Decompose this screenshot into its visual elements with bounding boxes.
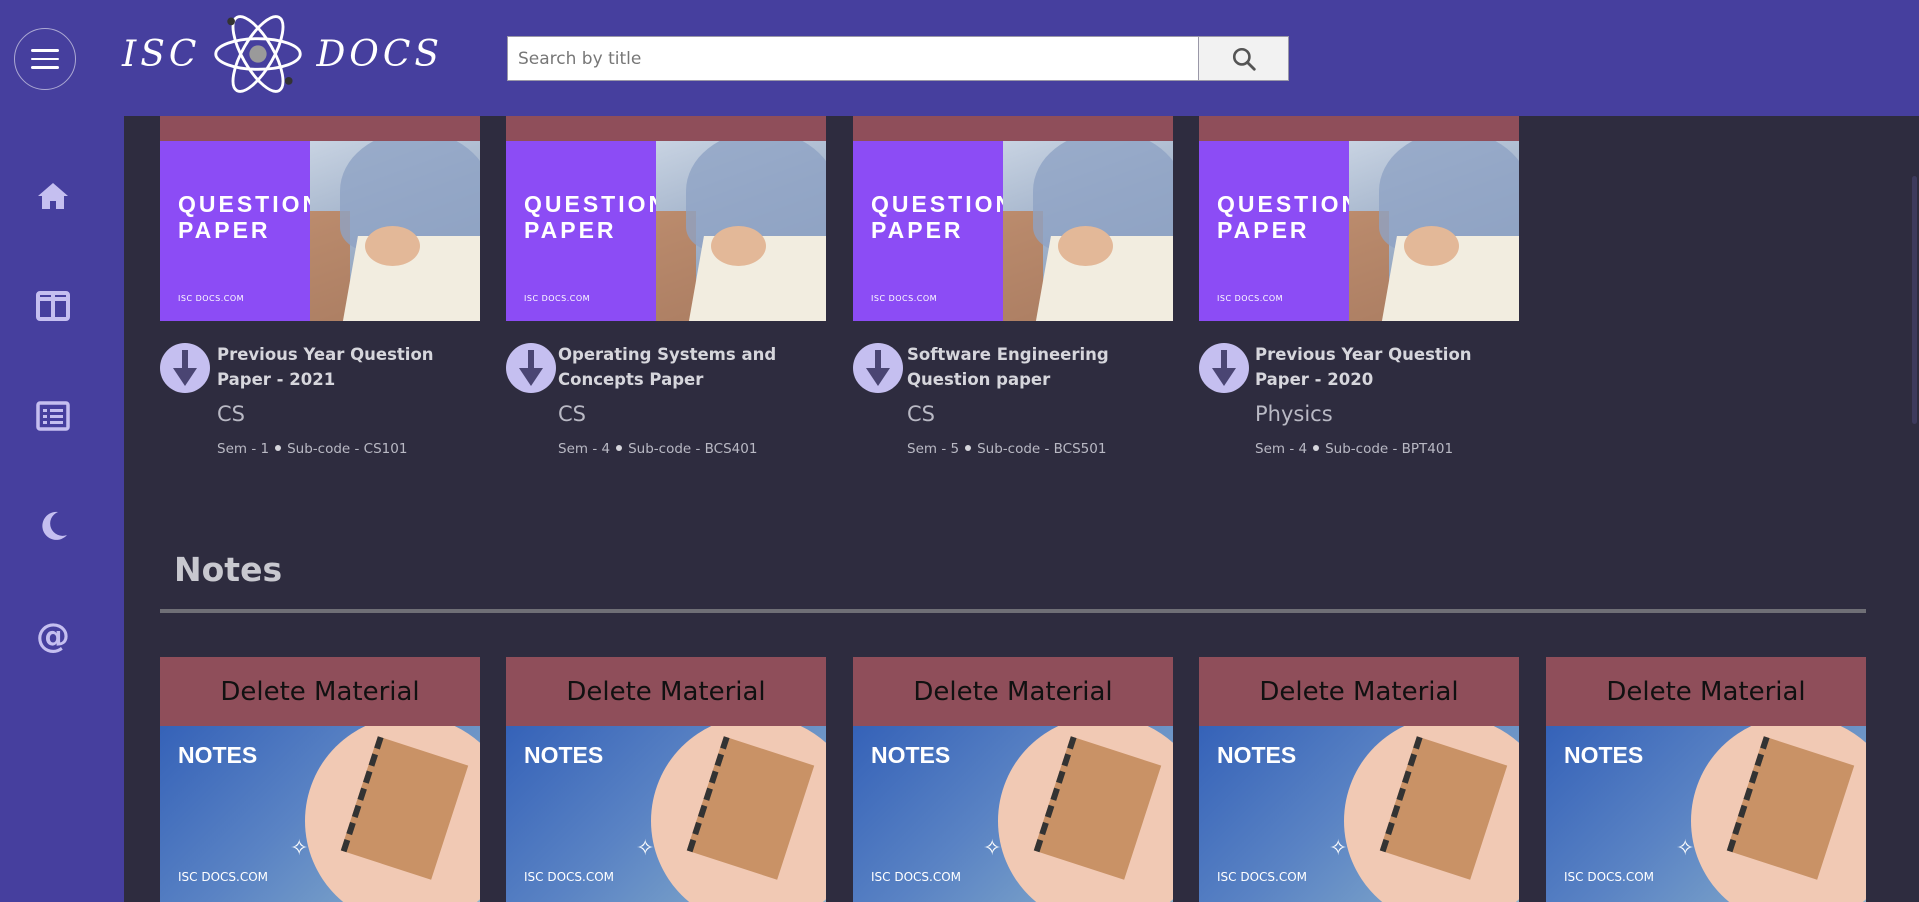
sidebar: @ bbox=[0, 116, 124, 902]
writing-hand-photo bbox=[310, 141, 480, 321]
sidebar-item-contact[interactable]: @ bbox=[33, 616, 73, 656]
question-paper-thumbnail[interactable]: QUESTION PAPER ISC DOCS.COM bbox=[506, 141, 826, 321]
layout-icon bbox=[36, 291, 70, 321]
search-button[interactable] bbox=[1199, 36, 1289, 81]
notes-section-heading: Notes bbox=[174, 550, 283, 589]
thumb-title: NOTES bbox=[871, 742, 951, 768]
thumb-site: ISC DOCS.COM bbox=[524, 870, 615, 884]
question-paper-subject: CS bbox=[558, 402, 586, 426]
question-paper-thumbnail[interactable]: QUESTION PAPER ISC DOCS.COM bbox=[1199, 141, 1519, 321]
sparkle-icon: ✧ bbox=[636, 836, 655, 861]
download-arrow-icon bbox=[1212, 350, 1236, 386]
question-paper-thumbnail[interactable]: QUESTION PAPER ISC DOCS.COM bbox=[853, 141, 1173, 321]
hamburger-menu-button[interactable] bbox=[14, 28, 76, 90]
question-paper-subject: CS bbox=[907, 402, 935, 426]
delete-material-button[interactable]: Delete Material bbox=[506, 657, 826, 726]
card-top-strip bbox=[853, 116, 1173, 141]
download-arrow-icon bbox=[173, 350, 197, 386]
question-paper-thumbnail[interactable]: QUESTION PAPER ISC DOCS.COM bbox=[160, 141, 480, 321]
search-bar bbox=[507, 36, 1289, 81]
question-paper-subject: Physics bbox=[1255, 402, 1333, 426]
download-arrow-icon bbox=[866, 350, 890, 386]
notes-thumbnail[interactable]: NOTES ✧ ISC DOCS.COM bbox=[1199, 726, 1519, 902]
question-paper-title[interactable]: Previous Year Question Paper - 2021 bbox=[217, 342, 485, 392]
notes-thumbnail[interactable]: NOTES ✧ ISC DOCS.COM bbox=[160, 726, 480, 902]
question-paper-meta: Sem - 4 Sub-code - BCS401 bbox=[558, 441, 758, 457]
download-button[interactable] bbox=[1199, 343, 1249, 393]
sparkle-icon: ✧ bbox=[290, 836, 309, 861]
thumb-site: ISC DOCS.COM bbox=[871, 294, 938, 303]
thumb-site: ISC DOCS.COM bbox=[871, 870, 962, 884]
download-arrow-icon bbox=[519, 350, 543, 386]
card-top-strip bbox=[160, 116, 480, 141]
thumb-title: QUESTION PAPER bbox=[524, 191, 669, 243]
notes-card: Delete Material NOTES ✧ ISC DOCS.COM bbox=[1546, 657, 1866, 902]
sidebar-item-home[interactable] bbox=[33, 176, 73, 216]
thumb-title: NOTES bbox=[524, 742, 604, 768]
question-paper-meta: Sem - 5 Sub-code - BCS501 bbox=[907, 441, 1107, 457]
atom-logo-icon bbox=[214, 15, 303, 93]
writing-hand-photo bbox=[1003, 141, 1173, 321]
thumb-site: ISC DOCS.COM bbox=[524, 294, 591, 303]
question-paper-meta: Sem - 4 Sub-code - BPT401 bbox=[1255, 441, 1454, 457]
logo-text-right: DOCS bbox=[316, 33, 444, 75]
thumb-site: ISC DOCS.COM bbox=[1217, 870, 1308, 884]
thumb-site: ISC DOCS.COM bbox=[1217, 294, 1284, 303]
menu-line bbox=[31, 66, 59, 69]
notes-thumbnail[interactable]: NOTES ✧ ISC DOCS.COM bbox=[1546, 726, 1866, 902]
writing-hand-photo bbox=[656, 141, 826, 321]
thumb-site: ISC DOCS.COM bbox=[178, 294, 245, 303]
logo-text-left: ISC bbox=[122, 33, 201, 75]
download-button[interactable] bbox=[506, 343, 556, 393]
thumb-site: ISC DOCS.COM bbox=[178, 870, 269, 884]
download-button[interactable] bbox=[160, 343, 210, 393]
sparkle-icon: ✧ bbox=[1676, 836, 1695, 861]
notes-thumbnail[interactable]: NOTES ✧ ISC DOCS.COM bbox=[506, 726, 826, 902]
notes-card: Delete Material NOTES ✧ ISC DOCS.COM bbox=[1199, 657, 1519, 902]
at-icon: @ bbox=[36, 616, 70, 656]
sparkle-icon: ✧ bbox=[1329, 836, 1348, 861]
thumb-title: NOTES bbox=[178, 742, 258, 768]
question-paper-title[interactable]: Operating Systems and Concepts Paper bbox=[558, 342, 826, 392]
search-icon bbox=[1232, 47, 1256, 71]
site-logo[interactable]: ISC DOCS bbox=[122, 6, 443, 102]
delete-material-button[interactable]: Delete Material bbox=[1546, 657, 1866, 726]
search-input[interactable] bbox=[507, 36, 1199, 81]
thumb-title: QUESTION PAPER bbox=[178, 191, 323, 243]
section-divider bbox=[160, 609, 1866, 613]
question-paper-subject: CS bbox=[217, 402, 245, 426]
card-top-strip bbox=[506, 116, 826, 141]
sidebar-item-dark-mode[interactable] bbox=[33, 506, 73, 546]
download-button[interactable] bbox=[853, 343, 903, 393]
notes-thumbnail[interactable]: NOTES ✧ ISC DOCS.COM bbox=[853, 726, 1173, 902]
menu-line bbox=[31, 57, 59, 61]
notes-card: Delete Material NOTES ✧ ISC DOCS.COM bbox=[160, 657, 480, 902]
sparkle-icon: ✧ bbox=[983, 836, 1002, 861]
writing-hand-photo bbox=[1349, 141, 1519, 321]
thumb-title: QUESTION PAPER bbox=[1217, 191, 1362, 243]
thumb-title: QUESTION PAPER bbox=[871, 191, 1016, 243]
thumb-title: NOTES bbox=[1217, 742, 1297, 768]
sidebar-item-list[interactable] bbox=[33, 396, 73, 436]
home-icon bbox=[38, 183, 68, 209]
top-header: ISC DOCS bbox=[0, 0, 1919, 116]
page-scrollbar[interactable] bbox=[1912, 176, 1917, 424]
question-paper-meta: Sem - 1 Sub-code - CS101 bbox=[217, 441, 408, 457]
question-paper-title[interactable]: Previous Year Question Paper - 2020 bbox=[1255, 342, 1523, 392]
notes-card: Delete Material NOTES ✧ ISC DOCS.COM bbox=[506, 657, 826, 902]
delete-material-button[interactable]: Delete Material bbox=[160, 657, 480, 726]
delete-material-button[interactable]: Delete Material bbox=[1199, 657, 1519, 726]
question-paper-title[interactable]: Software Engineering Question paper bbox=[907, 342, 1175, 392]
menu-line bbox=[31, 49, 59, 52]
sidebar-item-layout[interactable] bbox=[33, 286, 73, 326]
main-content: QUESTION PAPER ISC DOCS.COM Previous Year… bbox=[124, 116, 1919, 902]
list-icon bbox=[36, 401, 70, 431]
notes-card: Delete Material NOTES ✧ ISC DOCS.COM bbox=[853, 657, 1173, 902]
delete-material-button[interactable]: Delete Material bbox=[853, 657, 1173, 726]
card-top-strip bbox=[1199, 116, 1519, 141]
moon-icon bbox=[42, 511, 67, 540]
thumb-site: ISC DOCS.COM bbox=[1564, 870, 1655, 884]
thumb-title: NOTES bbox=[1564, 742, 1644, 768]
